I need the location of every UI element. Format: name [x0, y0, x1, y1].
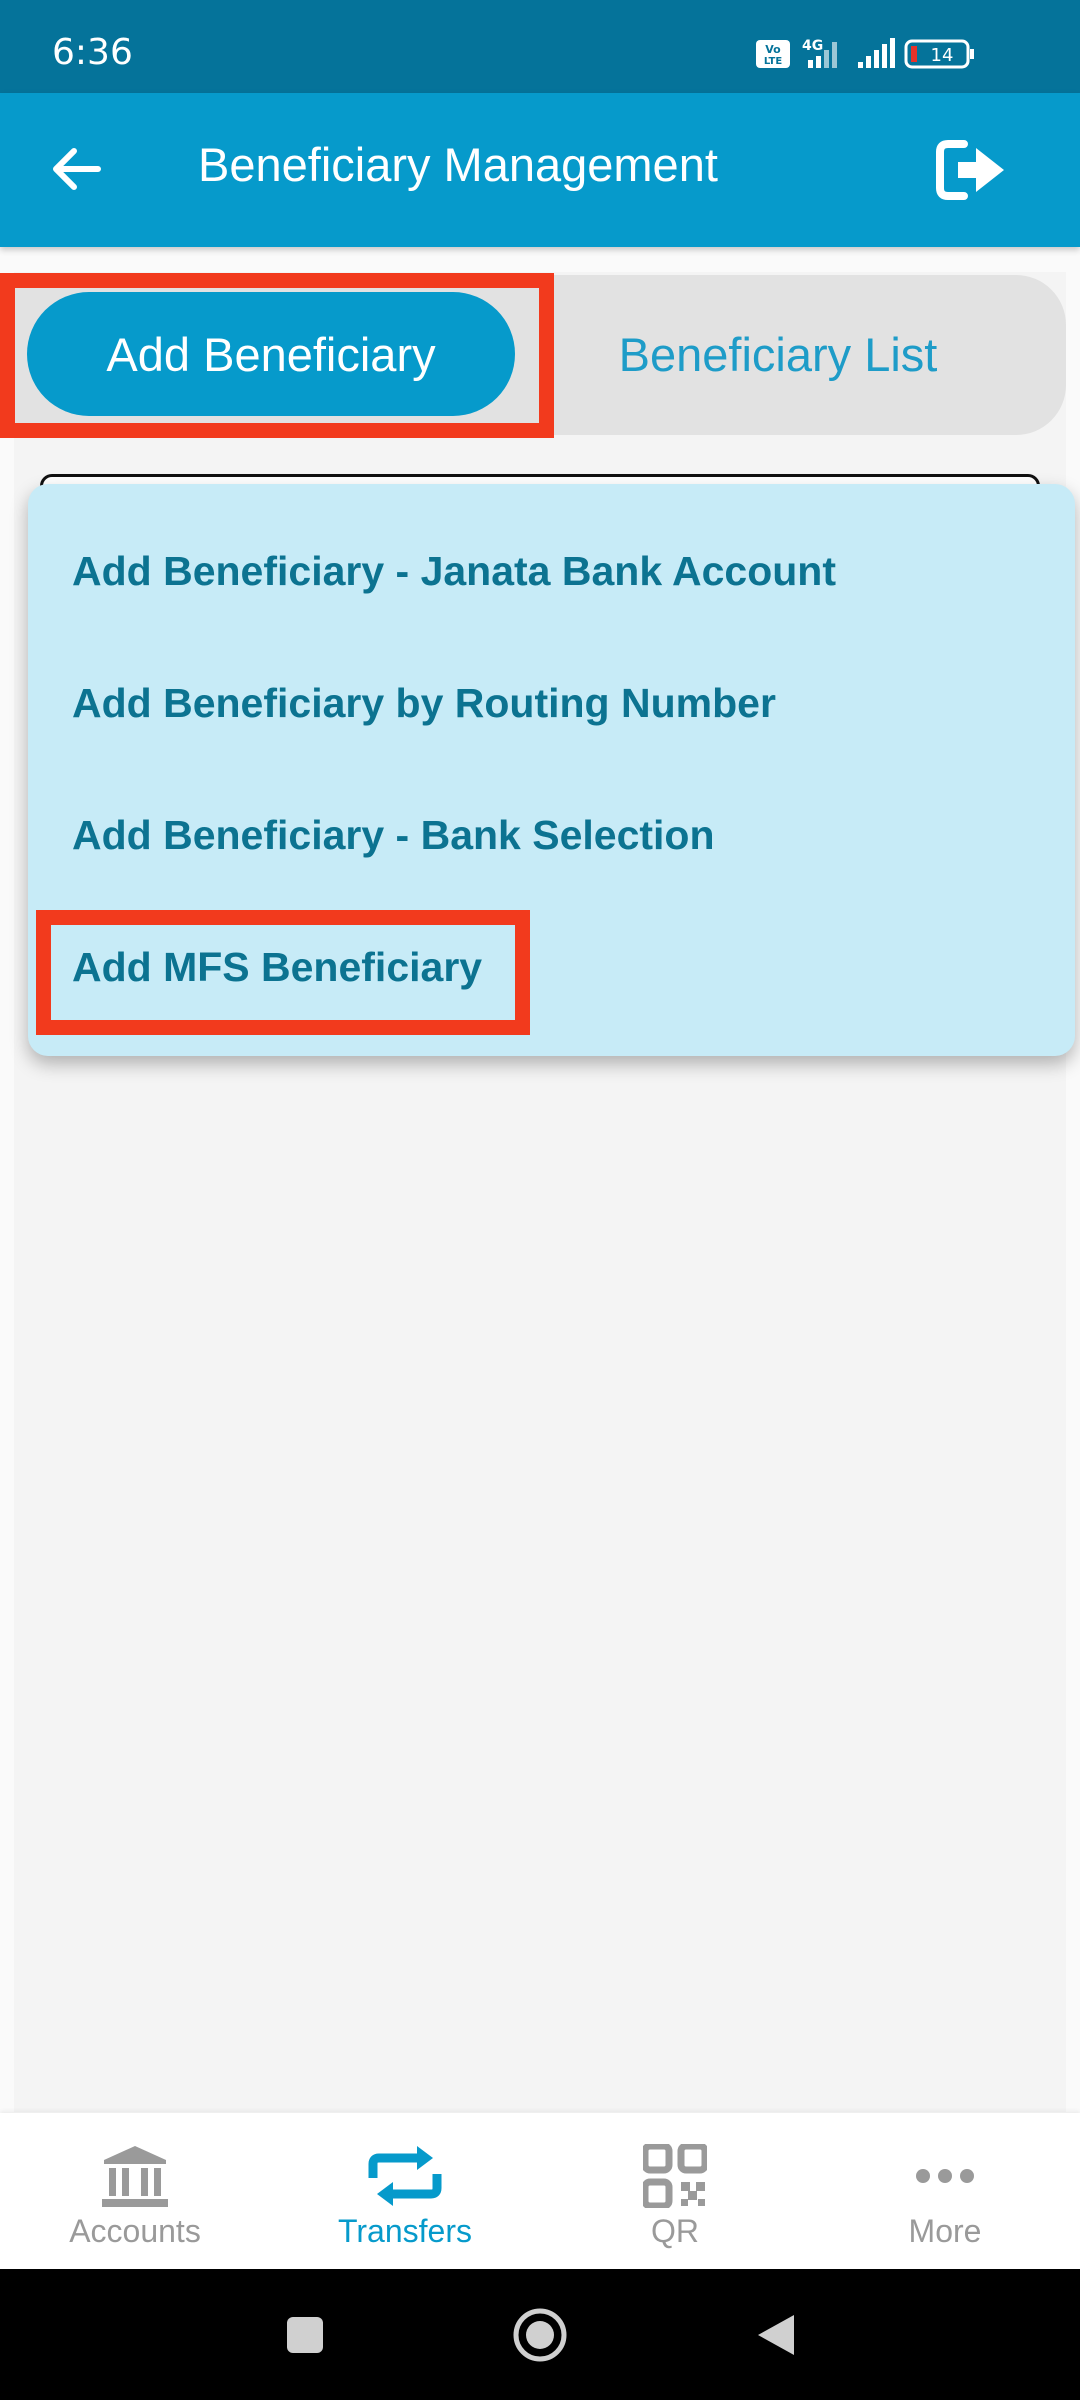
- svg-text:4G: 4G: [802, 38, 823, 54]
- nav-transfers[interactable]: Transfers: [270, 2113, 540, 2269]
- menu-item-routing-number[interactable]: Add Beneficiary by Routing Number: [72, 680, 776, 727]
- signal-icon: [858, 38, 895, 68]
- tab-bar: Add Beneficiary Beneficiary List: [0, 275, 1066, 435]
- nav-more[interactable]: More: [810, 2113, 1080, 2269]
- nav-qr[interactable]: QR: [540, 2113, 810, 2269]
- nav-label-more: More: [908, 2213, 982, 2249]
- recents-button[interactable]: [270, 2269, 340, 2400]
- status-bar: 6:36 Vo LTE 4G 14: [0, 0, 1080, 93]
- svg-text:14: 14: [931, 45, 954, 66]
- transfer-icon: [368, 2146, 442, 2206]
- nav-label-transfers: Transfers: [338, 2213, 472, 2249]
- back-button[interactable]: [46, 139, 106, 199]
- nav-label-accounts: Accounts: [69, 2213, 201, 2249]
- system-nav-bar: [0, 2269, 1080, 2400]
- status-time: 6:36: [52, 32, 133, 73]
- network-4g-icon: 4G: [802, 38, 837, 68]
- svg-text:LTE: LTE: [764, 56, 783, 67]
- logout-button[interactable]: [934, 133, 1008, 207]
- home-button[interactable]: [500, 2269, 580, 2400]
- nav-accounts[interactable]: Accounts: [0, 2113, 270, 2269]
- page-title: Beneficiary Management: [198, 138, 718, 191]
- bank-icon: [102, 2146, 168, 2207]
- bottom-nav: Accounts Transfers QR More: [0, 2113, 1080, 2269]
- home-circle-icon: [513, 2308, 567, 2361]
- menu-item-janata-bank[interactable]: Add Beneficiary - Janata Bank Account: [72, 548, 836, 595]
- qr-icon: [643, 2144, 707, 2208]
- status-icons: Vo LTE 4G 14: [756, 38, 974, 69]
- back-triangle-icon: [758, 2314, 794, 2355]
- menu-item-mfs-beneficiary[interactable]: Add MFS Beneficiary: [72, 944, 482, 991]
- app-bar: Beneficiary Management: [0, 93, 1080, 247]
- svg-text:Vo: Vo: [765, 43, 781, 56]
- logout-icon: [936, 140, 1004, 200]
- battery-icon: 14: [904, 39, 974, 69]
- tab-beneficiary-list[interactable]: Beneficiary List: [553, 292, 1003, 416]
- back-system-button[interactable]: [746, 2269, 806, 2400]
- square-icon: [287, 2316, 323, 2353]
- menu-item-bank-selection[interactable]: Add Beneficiary - Bank Selection: [72, 812, 715, 859]
- volte-icon: Vo LTE: [756, 40, 790, 68]
- back-arrow-icon: [53, 148, 101, 190]
- nav-label-qr: QR: [651, 2213, 699, 2249]
- beneficiary-type-menu: Add Beneficiary - Janata Bank Account Ad…: [28, 484, 1075, 1056]
- more-icon: [916, 2169, 974, 2183]
- tab-add-beneficiary[interactable]: Add Beneficiary: [27, 292, 515, 416]
